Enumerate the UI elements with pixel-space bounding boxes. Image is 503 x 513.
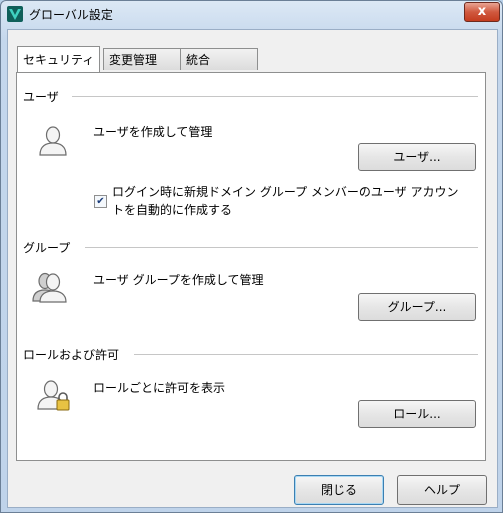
auto-create-users-checkbox[interactable]: ✔ [94, 195, 107, 208]
roles-section-title: ロールおよび許可 [23, 348, 120, 362]
title-bar[interactable]: グローバル設定 x [1, 1, 502, 27]
groups-description: ユーザ グループを作成して管理 [93, 273, 264, 287]
roles-button[interactable]: ロール... [358, 400, 476, 428]
users-button[interactable]: ユーザ... [358, 143, 476, 171]
roles-section-divider [134, 354, 478, 355]
groups-button[interactable]: グループ... [358, 293, 476, 321]
users-description: ユーザを作成して管理 [93, 125, 213, 139]
users-section-divider [72, 96, 478, 97]
users-section-title: ユーザ [23, 90, 59, 104]
user-lock-icon [37, 378, 73, 411]
groups-section-divider [85, 247, 478, 248]
tab-integration[interactable]: 統合 [180, 48, 258, 70]
help-button[interactable]: ヘルプ [397, 475, 487, 505]
user-group-icon [31, 269, 71, 303]
tab-security[interactable]: セキュリティ [17, 46, 101, 72]
close-button[interactable]: 閉じる [294, 475, 384, 505]
dialog-client-area: セキュリティ 変更管理 統合 ユーザ ユーザを作成して管理 ユーザ... ✔ ロ… [7, 29, 498, 508]
security-tab-panel: ユーザ ユーザを作成して管理 ユーザ... ✔ ログイン時に新規ドメイン グルー… [16, 72, 486, 461]
auto-create-users-label-line2: トを自動的に作成する [112, 203, 233, 217]
auto-create-users-label-line1: ログイン時に新規ドメイン グループ メンバーのユーザ アカウン [112, 185, 459, 199]
roles-description: ロールごとに許可を表示 [93, 381, 226, 395]
tab-change-management[interactable]: 変更管理 [103, 48, 181, 70]
dialog-window: グローバル設定 x セキュリティ 変更管理 統合 ユーザ ユーザを作成して管理 … [0, 0, 503, 513]
window-title: グローバル設定 [29, 8, 113, 22]
groups-section-title: グループ [23, 241, 71, 255]
user-icon [37, 124, 69, 156]
window-close-button[interactable]: x [464, 2, 500, 22]
app-logo-icon [7, 6, 23, 22]
